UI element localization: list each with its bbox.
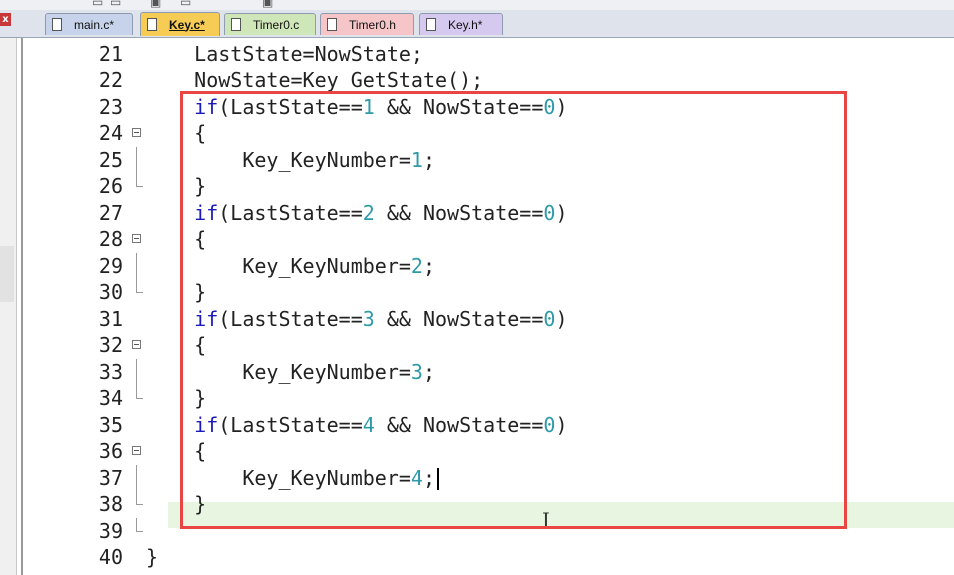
line-number: 32 bbox=[98, 333, 123, 357]
toolbar-icon[interactable]: ▣ bbox=[150, 0, 161, 9]
code-line[interactable]: 22 NowState=Key_GetState(); bbox=[23, 67, 954, 94]
tab-timer0-h[interactable]: Timer0.h bbox=[320, 13, 414, 35]
line-number: 36 bbox=[98, 439, 123, 463]
tab-label: Key.h* bbox=[448, 17, 483, 32]
side-panel-edge[interactable] bbox=[0, 38, 17, 575]
line-number: 37 bbox=[98, 465, 123, 490]
file-icon bbox=[327, 18, 337, 31]
fold-end-marker bbox=[136, 517, 143, 532]
fold-end-marker bbox=[136, 491, 143, 505]
fold-guide bbox=[136, 146, 137, 173]
toolbar-icon[interactable]: ▭ bbox=[110, 0, 121, 9]
fold-end-marker bbox=[136, 385, 143, 399]
code-text: } bbox=[146, 545, 159, 569]
line-number: 27 bbox=[98, 200, 123, 225]
line-number: 29 bbox=[98, 253, 123, 278]
tab-label: Key.c* bbox=[169, 17, 205, 32]
line-number: 35 bbox=[98, 412, 123, 437]
line-number: 22 bbox=[98, 68, 123, 92]
tab-key-c[interactable]: Key.c* bbox=[140, 12, 220, 36]
code-line[interactable]: 40} bbox=[23, 544, 954, 571]
toolbar-icon[interactable]: ▭ bbox=[92, 0, 103, 9]
line-number: 33 bbox=[98, 359, 123, 384]
fold-end-marker bbox=[136, 279, 143, 293]
highlight-box bbox=[180, 91, 847, 529]
file-icon bbox=[231, 18, 241, 31]
code-line[interactable]: 21 LastState=NowState; bbox=[23, 41, 954, 68]
fold-guide bbox=[136, 358, 137, 385]
tab-key-h[interactable]: Key.h* bbox=[419, 13, 503, 35]
fold-guide bbox=[136, 252, 137, 279]
toolbar-icon[interactable]: ▣ bbox=[262, 0, 273, 9]
file-icon bbox=[147, 18, 157, 31]
code-text: LastState=NowState; bbox=[146, 41, 423, 66]
code-text: NowState=Key_GetState(); bbox=[146, 68, 484, 92]
line-number: 25 bbox=[98, 147, 123, 172]
line-number: 30 bbox=[98, 280, 123, 304]
line-number: 26 bbox=[98, 174, 123, 198]
fold-guide bbox=[136, 464, 137, 491]
tab-label: Timer0.h bbox=[349, 17, 396, 32]
line-number: 39 bbox=[98, 518, 123, 543]
fold-end-marker bbox=[136, 173, 143, 187]
line-number: 21 bbox=[98, 41, 123, 66]
tab-timer0-c[interactable]: Timer0.c bbox=[224, 13, 316, 35]
file-tab-bar: x main.c* Key.c* Timer0.c Timer0.h Key.h… bbox=[0, 10, 954, 38]
toolbar-icon[interactable]: ▭ bbox=[180, 0, 191, 9]
file-icon bbox=[426, 18, 436, 31]
fold-toggle-icon[interactable] bbox=[132, 340, 141, 349]
line-number: 38 bbox=[98, 492, 123, 516]
close-icon[interactable]: x bbox=[0, 13, 11, 26]
line-number: 40 bbox=[98, 545, 123, 569]
fold-toggle-icon[interactable] bbox=[132, 128, 141, 137]
panel-marker bbox=[0, 246, 14, 302]
file-icon bbox=[52, 18, 62, 31]
line-number: 24 bbox=[98, 121, 123, 145]
fold-toggle-icon[interactable] bbox=[132, 446, 141, 455]
fold-toggle-icon[interactable] bbox=[132, 234, 141, 243]
line-number: 31 bbox=[98, 306, 123, 331]
line-number: 34 bbox=[98, 386, 123, 410]
tab-label: main.c* bbox=[74, 17, 115, 32]
tab-label: Timer0.c bbox=[253, 17, 300, 32]
toolbar-strip: ▭ ▭ ▣ ▭ ▣ bbox=[0, 0, 954, 10]
tab-main-c[interactable]: main.c* bbox=[45, 13, 133, 35]
line-number: 28 bbox=[98, 227, 123, 251]
line-number: 23 bbox=[98, 94, 123, 119]
